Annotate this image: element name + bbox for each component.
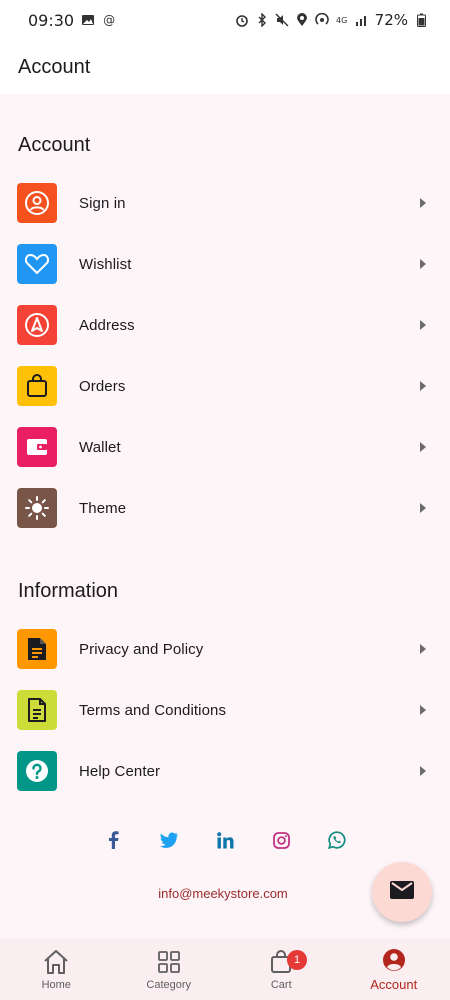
menu-item-theme[interactable]: Theme (0, 480, 450, 536)
menu-item-wallet[interactable]: Wallet (0, 419, 450, 475)
signal-icon (355, 13, 369, 27)
nav-category[interactable]: Category (113, 938, 226, 1000)
mail-icon (390, 880, 414, 904)
bluetooth-icon (255, 13, 269, 27)
menu-item-orders[interactable]: Orders (0, 358, 450, 414)
nav-label: Cart (270, 978, 292, 991)
mute-icon (275, 13, 289, 27)
menu-item-privacy-policy[interactable]: Privacy and Policy (0, 621, 450, 677)
document-outline-icon (17, 690, 57, 730)
battery-icon (414, 13, 428, 27)
nav-label: Category (146, 978, 192, 991)
chevron-right-icon (420, 766, 426, 776)
chevron-right-icon (420, 320, 426, 330)
nav-label: Account (370, 977, 418, 992)
mail-fab-button[interactable] (372, 862, 432, 922)
alarm-icon (235, 13, 249, 27)
menu-item-sign-in[interactable]: Sign in (0, 175, 450, 231)
battery-percent: 72% (374, 11, 408, 29)
nav-cart[interactable]: 1 Cart (225, 938, 338, 1000)
cart-badge: 1 (287, 950, 307, 970)
location-icon (295, 13, 309, 27)
status-time: 09:30 (28, 10, 75, 30)
menu-item-address[interactable]: Address (0, 297, 450, 353)
shopping-bag-icon (17, 366, 57, 406)
menu-item-label: Address (79, 316, 135, 334)
at-sign-icon: @ (103, 13, 116, 27)
menu-item-label: Theme (79, 499, 127, 517)
app-bar: Account (0, 40, 450, 94)
gallery-icon (81, 13, 95, 27)
twitter-icon[interactable] (159, 830, 179, 850)
menu-item-wishlist[interactable]: Wishlist (0, 236, 450, 292)
chevron-right-icon (420, 503, 426, 513)
navigation-icon (17, 305, 57, 345)
linkedin-icon[interactable] (215, 830, 235, 850)
chevron-right-icon (420, 644, 426, 654)
nav-home[interactable]: Home (0, 938, 113, 1000)
menu-item-help-center[interactable]: Help Center (0, 743, 450, 799)
sun-icon (17, 488, 57, 528)
page-title: Account (18, 55, 91, 78)
help-icon (17, 751, 57, 791)
menu-item-terms-conditions[interactable]: Terms and Conditions (0, 682, 450, 738)
bottom-navigation: Home Category 1 Cart Account (0, 938, 450, 1000)
chevron-right-icon (420, 442, 426, 452)
wallet-icon (17, 427, 57, 467)
nav-label: Home (41, 978, 71, 991)
menu-item-label: Privacy and Policy (79, 640, 204, 658)
menu-item-label: Terms and Conditions (79, 701, 227, 719)
status-bar: 09:30 @ 4G 72% (0, 0, 450, 40)
social-links (0, 830, 450, 850)
chevron-right-icon (420, 198, 426, 208)
account-content: Account Sign in Wishlist Address Orders (0, 94, 450, 938)
menu-item-label: Sign in (79, 194, 126, 212)
network-4g-icon: 4G (336, 15, 348, 25)
hotspot-icon (314, 13, 329, 27)
menu-item-label: Wallet (79, 438, 121, 456)
home-icon (42, 948, 70, 976)
nav-account[interactable]: Account (338, 938, 450, 1000)
heart-icon (17, 244, 57, 284)
document-filled-icon (17, 629, 57, 669)
section-title-information: Information (18, 580, 119, 602)
instagram-icon[interactable] (271, 830, 291, 850)
menu-item-label: Orders (79, 377, 126, 395)
account-icon (380, 946, 408, 974)
menu-item-label: Wishlist (79, 255, 132, 273)
menu-item-label: Help Center (79, 762, 161, 780)
chevron-right-icon (420, 259, 426, 269)
chevron-right-icon (420, 381, 426, 391)
whatsapp-icon[interactable] (327, 830, 347, 850)
grid-icon (155, 948, 183, 976)
facebook-icon[interactable] (103, 830, 123, 850)
chevron-right-icon (420, 705, 426, 715)
section-title-account: Account (18, 134, 91, 156)
person-circle-icon (17, 183, 57, 223)
